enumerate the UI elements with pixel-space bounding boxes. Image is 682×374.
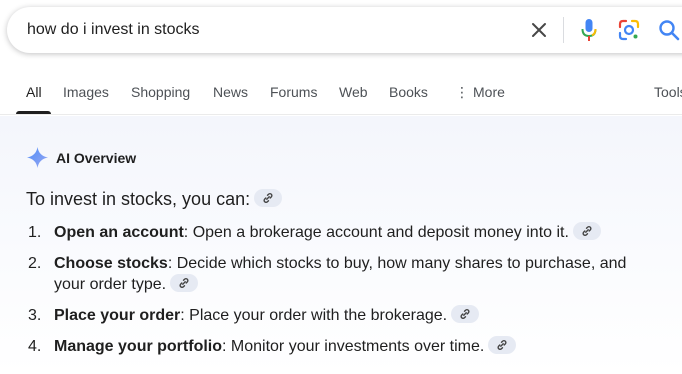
- tab-web[interactable]: Web: [339, 84, 368, 100]
- list-item: 4. Manage your portfolio: Monitor your in…: [28, 335, 648, 357]
- search-input[interactable]: how do i invest in stocks: [27, 21, 200, 39]
- tab-news[interactable]: News: [213, 84, 248, 100]
- search-box[interactable]: how do i invest in stocks: [7, 7, 682, 53]
- link-icon: [460, 308, 470, 319]
- ai-overview-intro: To invest in stocks, you can:: [26, 189, 283, 210]
- source-link-button[interactable]: [451, 304, 480, 323]
- step-title: Place your order: [54, 307, 181, 324]
- link-icon: [263, 193, 273, 204]
- tab-shopping[interactable]: Shopping: [131, 84, 190, 100]
- sparkle-icon: [27, 147, 48, 168]
- tab-books[interactable]: Books: [389, 84, 428, 100]
- list-item: 3. Place your order: Place your order wit…: [28, 304, 648, 326]
- link-icon: [179, 277, 189, 288]
- step-number: 4.: [28, 338, 42, 355]
- tab-forums[interactable]: Forums: [270, 84, 317, 100]
- lens-camera-icon[interactable]: [618, 19, 640, 41]
- step-title: Choose stocks: [54, 255, 168, 272]
- tab-more-label: More: [473, 84, 505, 100]
- ai-overview-title: AI Overview: [56, 150, 137, 166]
- source-link-button[interactable]: [488, 335, 517, 354]
- search-divider: [563, 17, 564, 43]
- step-number: 2.: [28, 255, 42, 272]
- tab-tools[interactable]: Tools: [654, 84, 682, 100]
- step-text: : Open a brokerage account and deposit m…: [183, 224, 569, 241]
- step-number: 3.: [28, 307, 42, 324]
- step-text: : Place your order with the brokerage.: [180, 307, 448, 324]
- link-icon: [582, 225, 592, 236]
- step-text: : Monitor your investments over time.: [222, 338, 485, 355]
- tab-all[interactable]: All: [26, 84, 42, 100]
- list-item: 1. Open an account: Open a brokerage acco…: [28, 221, 648, 243]
- source-link-button[interactable]: [170, 273, 199, 292]
- list-item: 2. Choose stocks: Decide which stocks to …: [28, 253, 648, 295]
- ai-overview: AI Overview To invest in stocks, you can…: [0, 116, 682, 374]
- steps-list: 1. Open an account: Open a brokerage acco…: [28, 221, 648, 367]
- tab-more[interactable]: ⋮ More: [455, 84, 505, 101]
- link-icon: [497, 339, 507, 350]
- source-link-button[interactable]: [572, 221, 601, 240]
- active-tab-indicator: [16, 111, 51, 114]
- tab-images[interactable]: Images: [63, 84, 109, 100]
- more-vert-icon: ⋮: [455, 84, 469, 100]
- step-title: Manage your portfolio: [54, 338, 222, 355]
- step-title: Open an account: [54, 224, 184, 241]
- intro-text: To invest in stocks, you can:: [26, 189, 251, 209]
- search-icon[interactable]: [658, 19, 680, 41]
- microphone-icon[interactable]: [581, 18, 597, 42]
- search-tabs: All Images Shopping News Forums Web Book…: [0, 72, 682, 115]
- step-number: 1.: [28, 224, 42, 241]
- close-icon[interactable]: [530, 21, 548, 39]
- source-link-button[interactable]: [254, 189, 283, 208]
